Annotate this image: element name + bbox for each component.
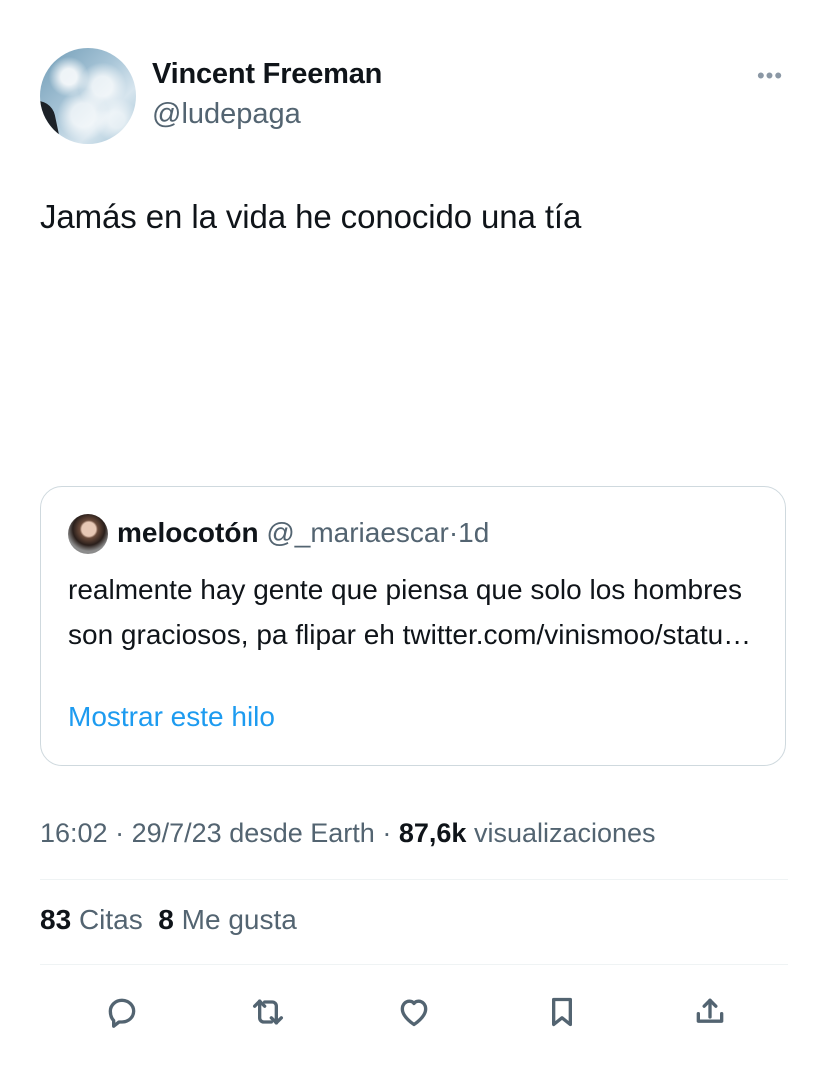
quote-text: realmente hay gente que piensa que solo … (68, 574, 752, 650)
likes-count[interactable]: 8 (158, 904, 174, 935)
views-label: visualizaciones (473, 818, 656, 848)
divider-top (40, 879, 788, 880)
tweet-source: desde Earth (229, 818, 375, 848)
retweet-icon (253, 999, 283, 1025)
avatar[interactable] (40, 48, 136, 144)
meta-separator-2: · (382, 818, 392, 848)
show-thread-link[interactable]: Mostrar este hilo (68, 701, 275, 733)
share-button[interactable] (688, 990, 732, 1034)
quote-time[interactable]: 1d (458, 517, 489, 548)
reply-icon (108, 998, 136, 1028)
meta-separator: · (115, 818, 125, 848)
bookmark-icon (552, 997, 572, 1027)
author-handle[interactable]: @ludepaga (152, 98, 301, 131)
like-button[interactable] (392, 990, 436, 1034)
bookmark-button[interactable] (540, 990, 584, 1034)
quote-header: melocotón @_mariaescar·1d (117, 517, 489, 549)
engagement-stats: 83 Citas 8 Me gusta (40, 904, 297, 936)
quote-separator: · (448, 517, 459, 548)
tweet-text: Jamás en la vida he conocido una tía (40, 198, 582, 235)
tweet-metadata: 16:02 · 29/7/23 desde Earth · 87,6k visu… (40, 818, 656, 849)
quote-card[interactable]: melocotón @_mariaescar·1d realmente hay … (40, 486, 786, 766)
share-icon (696, 998, 724, 1023)
tweet-time[interactable]: 16:02 (40, 818, 108, 848)
heart-icon (400, 999, 428, 1027)
likes-label[interactable]: Me gusta (182, 904, 297, 935)
quote-avatar[interactable] (68, 514, 108, 554)
tweet-date[interactable]: 29/7/23 (132, 818, 222, 848)
quotes-label[interactable]: Citas (79, 904, 143, 935)
retweet-button[interactable] (246, 990, 290, 1034)
quotes-count[interactable]: 83 (40, 904, 71, 935)
quote-author-name[interactable]: melocotón (117, 517, 259, 548)
divider-bottom (40, 964, 788, 965)
more-icon[interactable]: ••• (752, 62, 788, 90)
reply-button[interactable] (100, 990, 144, 1034)
views-count: 87,6k (398, 818, 467, 848)
author-name[interactable]: Vincent Freeman (152, 58, 382, 91)
quote-author-handle[interactable]: @_mariaescar (266, 517, 448, 548)
